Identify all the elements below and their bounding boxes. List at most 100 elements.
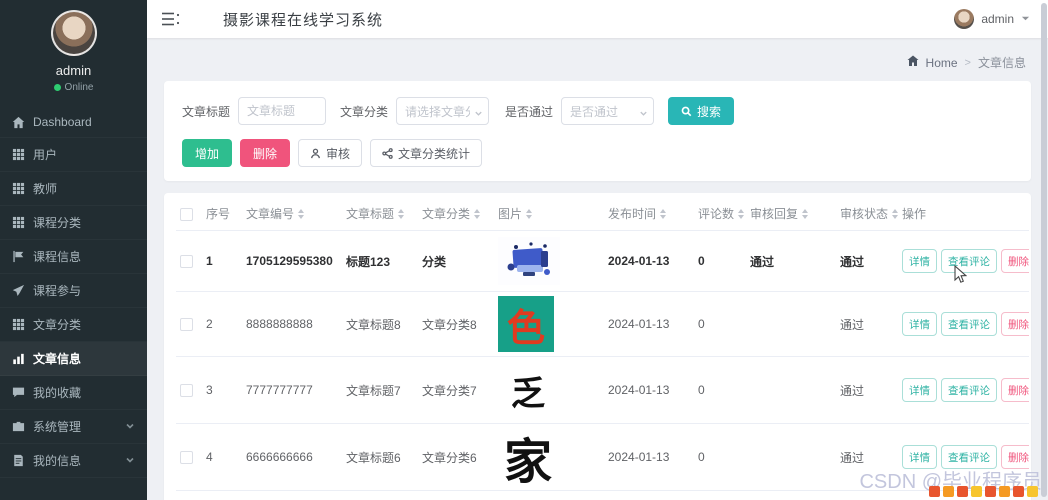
cell-date: 2024-01-13: [604, 230, 694, 292]
sidebar-item-label: 我的信息: [33, 454, 82, 468]
column-header-label: 序号: [206, 207, 231, 221]
sort-icon[interactable]: [738, 208, 745, 219]
column-header-label: 操作: [902, 207, 927, 221]
cell-review-status: 通过: [836, 230, 898, 292]
sidebar-item-label: 文章分类: [33, 318, 82, 332]
row-delete-button[interactable]: 删除: [1001, 249, 1029, 273]
sort-icon[interactable]: [660, 208, 667, 219]
vertical-scrollbar[interactable]: [1041, 3, 1047, 497]
cell-index: 4: [202, 423, 242, 491]
sidebar-toggle-icon[interactable]: [161, 11, 181, 27]
row-delete-button[interactable]: 删除: [1001, 378, 1029, 402]
table-header-row: 序号 文章编号 文章标题 文章分类 图片 发布时间 评论数 审核回复 审核状态 操作: [176, 197, 1029, 231]
delete-button[interactable]: 删除: [240, 139, 291, 167]
watermark-badge-icon: [971, 486, 982, 497]
file-icon: [12, 454, 25, 467]
sort-icon[interactable]: [398, 208, 405, 219]
row-checkbox[interactable]: [180, 255, 193, 269]
sidebar-item-教师[interactable]: 教师: [0, 172, 147, 206]
article-image[interactable]: 家: [498, 428, 558, 490]
cell-actions: 详情 查看评论 删除: [898, 291, 1029, 357]
watermark: CSDN @毕业程序员: [859, 465, 1042, 497]
send-icon: [12, 284, 25, 297]
sort-icon[interactable]: [474, 208, 481, 219]
detail-button[interactable]: 详情: [902, 312, 937, 336]
detail-button[interactable]: 详情: [902, 249, 937, 273]
cell-category: 文章分类5: [418, 490, 494, 500]
column-header[interactable]: 发布时间: [604, 197, 694, 231]
sidebar-item-用户[interactable]: 用户: [0, 138, 147, 172]
sidebar-item-课程参与[interactable]: 课程参与: [0, 274, 147, 308]
cell-comments: 0: [694, 490, 746, 500]
column-header[interactable]: 审核回复: [746, 197, 836, 231]
column-header[interactable]: 审核状态: [836, 197, 898, 231]
view-comments-button[interactable]: 查看评论: [941, 378, 997, 402]
cell-actions: 详情 查看评论 删除: [898, 356, 1029, 424]
profile-panel: admin Online: [0, 0, 147, 93]
sort-icon[interactable]: [526, 208, 533, 219]
cell-article-id: 7777777777: [242, 356, 342, 424]
category-stats-button[interactable]: 文章分类统计: [370, 139, 483, 167]
cell-title: 文章标题7: [342, 356, 418, 424]
select-all-cell: [176, 197, 202, 231]
sidebar-item-我的信息[interactable]: 我的信息: [0, 444, 147, 478]
pass-filter-select[interactable]: 是否通过: [561, 97, 655, 125]
user-menu[interactable]: admin: [954, 9, 1030, 29]
column-header[interactable]: 文章编号: [242, 197, 342, 231]
category-filter-select[interactable]: 请选择文章分类: [396, 97, 490, 125]
view-comments-button[interactable]: 查看评论: [941, 249, 997, 273]
column-header[interactable]: 评论数: [694, 197, 746, 231]
column-header-label: 文章标题: [346, 207, 395, 221]
sidebar-item-课程信息[interactable]: 课程信息: [0, 240, 147, 274]
article-image[interactable]: [498, 237, 560, 285]
cell-image: 家: [494, 423, 604, 491]
sidebar-item-文章分类[interactable]: 文章分类: [0, 308, 147, 342]
cell-date: 2024-01-13: [604, 490, 694, 500]
sidebar-item-label: 课程分类: [33, 216, 82, 230]
row-checkbox[interactable]: [180, 451, 193, 465]
article-image[interactable]: 乏: [498, 361, 558, 419]
title-filter-input[interactable]: [238, 97, 327, 125]
cell-index: 2: [202, 291, 242, 357]
article-image[interactable]: 色: [498, 296, 554, 352]
column-header-label: 审核状态: [840, 207, 889, 221]
detail-button[interactable]: 详情: [902, 378, 937, 402]
view-comments-button[interactable]: 查看评论: [941, 312, 997, 336]
sort-icon[interactable]: [892, 208, 898, 219]
column-header[interactable]: 图片: [494, 197, 604, 231]
search-button[interactable]: 搜索: [668, 97, 735, 125]
sidebar-item-系统管理[interactable]: 系统管理: [0, 410, 147, 444]
column-header[interactable]: 文章分类: [418, 197, 494, 231]
row-checkbox[interactable]: [180, 384, 193, 398]
column-header[interactable]: 文章标题: [342, 197, 418, 231]
page-title: 摄影课程在线学习系统: [223, 11, 384, 29]
add-button[interactable]: 增加: [182, 139, 233, 167]
grid-icon: [12, 148, 25, 161]
select-all-checkbox[interactable]: [180, 207, 193, 221]
sidebar-item-课程分类[interactable]: 课程分类: [0, 206, 147, 240]
sort-icon[interactable]: [298, 208, 305, 219]
row-delete-button[interactable]: 删除: [1001, 312, 1029, 336]
sidebar-item-我的收藏[interactable]: 我的收藏: [0, 376, 147, 410]
sidebar-item-文章信息[interactable]: 文章信息: [0, 342, 147, 376]
watermark-badge-icon: [999, 486, 1010, 497]
sidebar-item-Dashboard[interactable]: Dashboard: [0, 107, 147, 138]
article-image[interactable]: 乏: [498, 495, 558, 500]
comment-icon: [12, 386, 25, 399]
watermark-badge-icon: [943, 486, 954, 497]
sort-icon[interactable]: [802, 208, 809, 219]
cell-review-reply: [746, 490, 836, 500]
cell-review-status: 通过: [836, 291, 898, 357]
search-button-label: 搜索: [697, 104, 722, 119]
sidebar-item-label: 教师: [33, 182, 58, 196]
review-button[interactable]: 审核: [298, 139, 363, 167]
column-header: 序号: [202, 197, 242, 231]
row-checkbox[interactable]: [180, 318, 193, 332]
search-row: 文章标题 文章分类 请选择文章分类 是否通过 是否通过 搜索: [182, 97, 1013, 125]
flag-icon: [12, 250, 25, 263]
cell-title: 文章标题5: [342, 490, 418, 500]
watermark-badge-icon: [957, 486, 968, 497]
cell-image: 乏: [494, 356, 604, 424]
breadcrumb-home[interactable]: Home: [926, 56, 958, 70]
chart-icon: [12, 352, 25, 365]
